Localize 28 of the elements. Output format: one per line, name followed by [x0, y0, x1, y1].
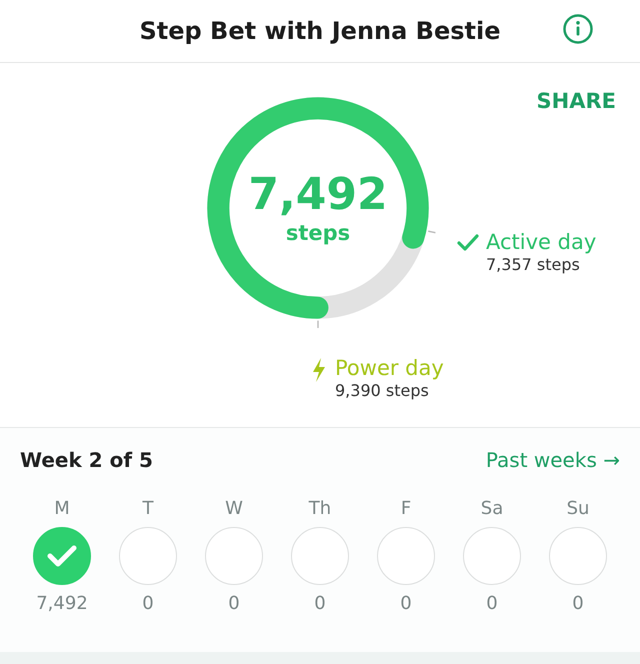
day-label: Su [566, 498, 590, 519]
target-steps: 9,390 steps [335, 381, 444, 400]
check-icon [456, 233, 480, 253]
day-steps: 0 [228, 593, 240, 614]
check-icon [47, 544, 77, 568]
day-steps: 0 [142, 593, 154, 614]
day-label: M [54, 498, 70, 519]
day-steps: 0 [572, 593, 584, 614]
steps-label: steps [286, 221, 350, 245]
target-label: Power day [335, 355, 444, 381]
week-title: Week 2 of 5 [20, 448, 153, 472]
day-label: W [225, 498, 243, 519]
info-icon[interactable] [562, 13, 594, 45]
day-label: Th [308, 498, 332, 519]
target-label: Active day [486, 229, 596, 255]
past-weeks-link[interactable]: Past weeks → [486, 448, 620, 472]
day-steps: 0 [486, 593, 498, 614]
day-label: Sa [480, 498, 504, 519]
screen-title: Step Bet with Jenna Bestie [139, 17, 501, 45]
day-label: F [400, 498, 412, 519]
day-label: T [142, 498, 154, 519]
day-steps: 7,492 [36, 593, 88, 614]
day-steps: 0 [314, 593, 326, 614]
share-button[interactable]: SHARE [536, 89, 616, 113]
step-count: 7,492 [248, 173, 388, 217]
target-steps: 7,357 steps [486, 255, 596, 274]
day-steps: 0 [400, 593, 412, 614]
lightning-icon [311, 357, 327, 383]
